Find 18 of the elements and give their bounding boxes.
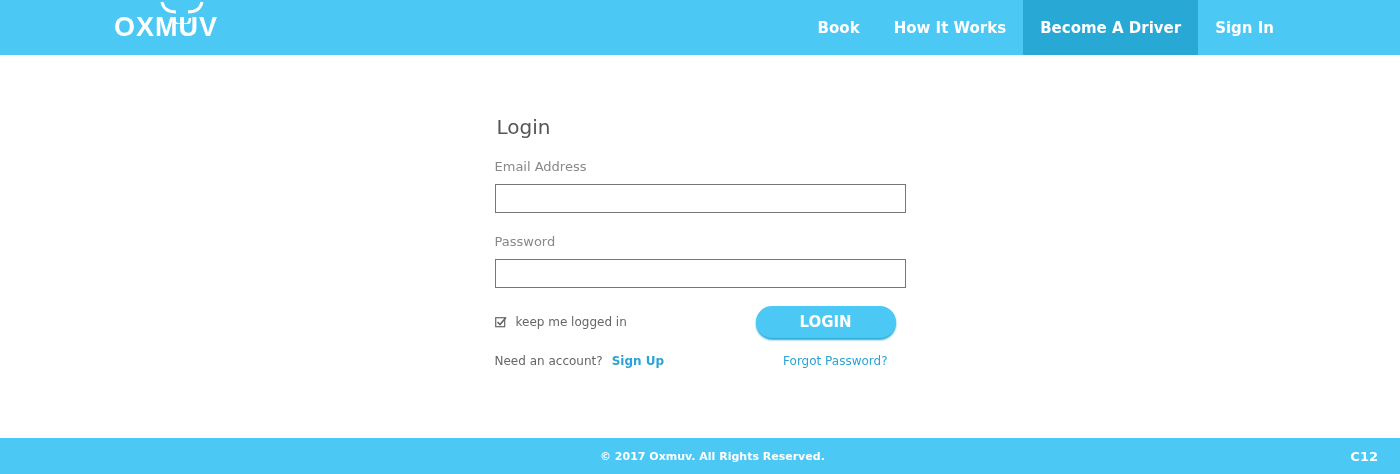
logo[interactable]: OXMUV: [114, 12, 218, 43]
input-field[interactable]: [494, 259, 906, 288]
signup-link[interactable]: Sign Up: [611, 354, 665, 368]
nav-link[interactable]: Book: [800, 0, 877, 55]
field-label: Email Address: [494, 159, 588, 174]
checkbox[interactable]: [494, 316, 507, 328]
signup-prompt: Need an account?: [494, 354, 603, 368]
nav-link[interactable]: Become A Driver: [1023, 0, 1199, 55]
checkbox-label: keep me logged in: [515, 315, 627, 329]
login-title: Login: [496, 115, 552, 139]
login-button[interactable]: LOGIN: [755, 306, 896, 338]
nav-link[interactable]: Sign In: [1198, 0, 1291, 55]
copyright-text: © 2017 Oxmuv. All Rights Reserved.: [600, 449, 825, 463]
forgot-password-link[interactable]: Forgot Password?: [783, 354, 888, 368]
footer-code: C12: [1350, 448, 1378, 464]
nav-link[interactable]: How It Works: [876, 0, 1024, 55]
field-label: Password: [494, 234, 557, 249]
input-field[interactable]: [494, 184, 906, 213]
